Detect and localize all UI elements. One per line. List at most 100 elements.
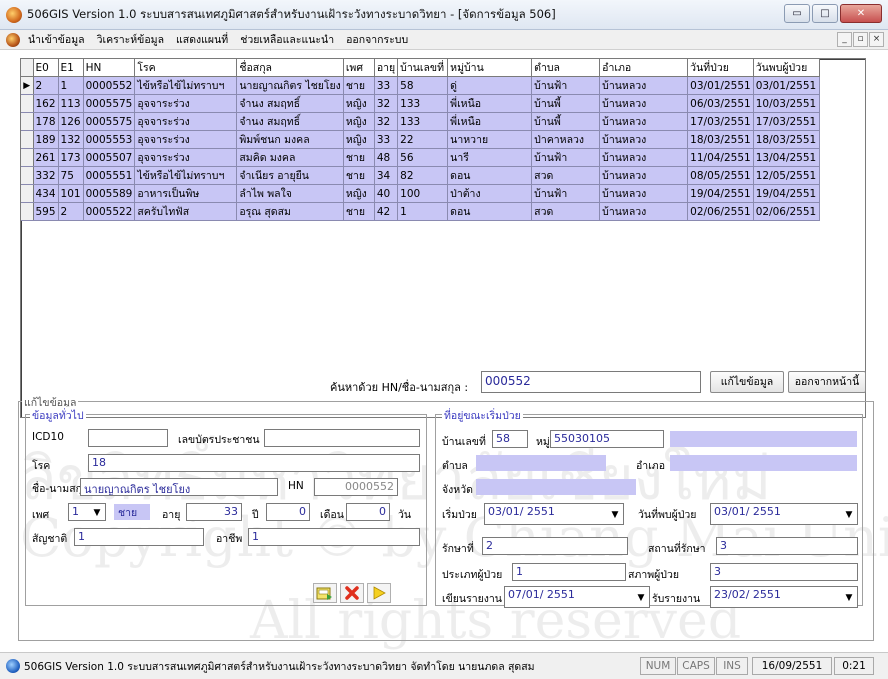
table-cell[interactable]: พี่เหนือ — [447, 94, 533, 113]
table-cell[interactable]: บ้านหลวง — [599, 184, 689, 203]
found-date-picker[interactable]: 03/01/ 2551 ▼ — [710, 503, 858, 525]
table-cell[interactable]: 0005551 — [83, 166, 136, 185]
table-cell[interactable]: ชาย — [343, 202, 375, 221]
row-indicator[interactable] — [21, 202, 34, 221]
table-cell[interactable]: บ้านฟ้า — [531, 148, 601, 167]
table-cell[interactable]: 0005575 — [83, 112, 136, 131]
column-header[interactable]: ชื่อสกุล — [236, 59, 344, 77]
table-cell[interactable]: หญิง — [343, 130, 375, 149]
write-report-date-picker[interactable]: 07/01/ 2551 ▼ — [504, 586, 650, 608]
hn-field[interactable]: 0000552 — [314, 478, 398, 496]
table-cell[interactable]: 10/03/2551 — [753, 94, 820, 113]
table-cell[interactable]: 189 — [33, 130, 59, 149]
table-cell[interactable]: 18/03/2551 — [687, 130, 754, 149]
table-cell[interactable]: 42 — [374, 202, 399, 221]
table-cell[interactable]: 0005522 — [83, 202, 136, 221]
table-cell[interactable]: 0000552 — [83, 76, 136, 95]
icd10-field[interactable] — [88, 429, 168, 447]
data-grid[interactable]: E0 E1 HN โรค ชื่อสกุล เพศ อายุ บ้านเลขที… — [20, 58, 866, 418]
table-cell[interactable]: 126 — [58, 112, 84, 131]
table-cell[interactable]: อุจจาระร่วง — [134, 148, 238, 167]
table-cell[interactable]: 17/03/2551 — [753, 112, 820, 131]
table-cell[interactable]: 32 — [374, 112, 399, 131]
column-header[interactable]: E1 — [58, 59, 84, 77]
table-cell[interactable]: 0005553 — [83, 130, 136, 149]
table-row[interactable]: 189 132 0005553 อุจจาระร่วง พิมพ์ชนก มงคล หญิ… — [21, 130, 820, 149]
table-cell[interactable]: อรุณ สุดสม — [236, 202, 344, 221]
table-row[interactable]: 332 75 0005551 ไข้หรือไข้ไม่ทราบฯ จำเนียร อา… — [21, 166, 820, 185]
chevron-down-icon[interactable]: ▼ — [634, 588, 648, 606]
table-cell[interactable]: 1 — [58, 76, 84, 95]
table-cell[interactable]: 03/01/2551 — [753, 76, 820, 95]
mdi-close-button[interactable]: × — [869, 32, 884, 47]
column-header[interactable]: โรค — [134, 59, 238, 77]
menu-help[interactable]: ช่วยเหลือและแนะนำ — [240, 31, 334, 48]
search-input[interactable]: 000552 — [481, 371, 701, 393]
table-cell[interactable]: สวด — [531, 202, 601, 221]
table-cell[interactable]: ไข้หรือไข้ไม่ทราบฯ — [134, 166, 238, 185]
table-cell[interactable]: หญิง — [343, 94, 375, 113]
table-cell[interactable]: 58 — [397, 76, 449, 95]
table-cell[interactable]: 34 — [374, 166, 399, 185]
treat-place-field[interactable]: 3 — [716, 537, 858, 555]
exit-page-button[interactable]: ออกจากหน้านี้ — [788, 371, 866, 393]
table-cell[interactable]: นาหวาย — [447, 130, 533, 149]
id-card-field[interactable] — [264, 429, 420, 447]
column-header[interactable]: HN — [83, 59, 136, 77]
name-field[interactable]: นายญาณกิตร ไชยโยง — [80, 478, 278, 496]
table-cell[interactable]: 22 — [397, 130, 449, 149]
table-cell[interactable]: 0005589 — [83, 184, 136, 203]
row-indicator[interactable] — [21, 148, 34, 167]
column-header[interactable]: อายุ — [374, 59, 399, 77]
column-header[interactable]: E0 — [33, 59, 59, 77]
age-days-field[interactable]: 0 — [346, 503, 390, 521]
row-indicator[interactable] — [21, 166, 34, 185]
table-cell[interactable]: 18/03/2551 — [753, 130, 820, 149]
chevron-down-icon[interactable]: ▼ — [842, 588, 856, 606]
column-header[interactable]: อำเภอ — [599, 59, 689, 77]
table-cell[interactable]: 2 — [33, 76, 59, 95]
table-row[interactable]: ▶ 2 1 0000552 ไข้หรือไข้ไม่ทราบฯ นายญาณกิตร ไ… — [21, 76, 820, 95]
table-cell[interactable]: อุจจาระร่วง — [134, 94, 238, 113]
table-cell[interactable]: สครับไทฟัส — [134, 202, 238, 221]
table-cell[interactable]: บ้านพี้ — [531, 112, 601, 131]
row-indicator[interactable] — [21, 94, 34, 113]
table-cell[interactable]: จำนง สมฤทธิ์ — [236, 94, 344, 113]
table-cell[interactable]: ชาย — [343, 148, 375, 167]
table-cell[interactable]: 133 — [397, 112, 449, 131]
minimize-button[interactable]: ▭ — [784, 4, 810, 23]
menu-exit[interactable]: ออกจากระบบ — [346, 31, 408, 48]
table-cell[interactable]: 11/04/2551 — [687, 148, 754, 167]
table-cell[interactable]: บ้านหลวง — [599, 112, 689, 131]
table-cell[interactable]: 133 — [397, 94, 449, 113]
table-cell[interactable]: 40 — [374, 184, 399, 203]
table-cell[interactable]: บ้านหลวง — [599, 94, 689, 113]
table-cell[interactable]: 06/03/2551 — [687, 94, 754, 113]
column-header[interactable]: ตำบล — [531, 59, 601, 77]
table-cell[interactable]: อุจจาระร่วง — [134, 112, 238, 131]
table-cell[interactable]: 75 — [58, 166, 84, 185]
table-cell[interactable]: 2 — [58, 202, 84, 221]
table-cell[interactable]: 82 — [397, 166, 449, 185]
table-cell[interactable]: 100 — [397, 184, 449, 203]
table-cell[interactable]: ดอน — [447, 166, 533, 185]
table-cell[interactable]: ป่าต้าง — [447, 184, 533, 203]
table-cell[interactable]: สวด — [531, 166, 601, 185]
table-cell[interactable]: พี่เหนือ — [447, 112, 533, 131]
chevron-down-icon[interactable]: ▼ — [842, 505, 856, 523]
sex-combo[interactable]: 1 ▼ — [68, 503, 106, 521]
table-cell[interactable]: 03/01/2551 — [687, 76, 754, 95]
table-cell[interactable]: 173 — [58, 148, 84, 167]
table-cell[interactable]: 33 — [374, 130, 399, 149]
table-cell[interactable]: สมคิด มงคล — [236, 148, 344, 167]
column-header[interactable]: วันพบผู้ป่วย — [753, 59, 820, 77]
table-row[interactable]: 434 101 0005589 อาหารเป็นพิษ ลำไพ พลใจ หญิง 40… — [21, 184, 820, 203]
occupation-field[interactable]: 1 — [248, 528, 420, 546]
row-indicator[interactable] — [21, 112, 34, 131]
table-cell[interactable]: 101 — [58, 184, 84, 203]
table-row[interactable]: 261 173 0005507 อุจจาระร่วง สมคิด มงคล ชาย 48 5… — [21, 148, 820, 167]
row-indicator[interactable] — [21, 130, 34, 149]
row-indicator[interactable]: ▶ — [21, 76, 34, 95]
table-cell[interactable]: บ้านหลวง — [599, 202, 689, 221]
table-cell[interactable]: 13/04/2551 — [753, 148, 820, 167]
